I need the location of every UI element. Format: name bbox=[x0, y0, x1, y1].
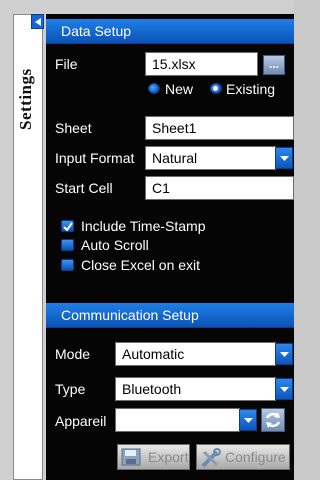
include-timestamp-label: Include Time-Stamp bbox=[81, 218, 206, 234]
export-button[interactable]: Export bbox=[117, 444, 190, 470]
save-disk-icon bbox=[121, 448, 141, 466]
input-format-label: Input Format bbox=[55, 150, 135, 166]
data-setup-header: Data Setup bbox=[46, 19, 294, 44]
include-timestamp-checkbox[interactable] bbox=[61, 220, 74, 232]
device-label: Appareil bbox=[55, 413, 107, 429]
device-dropdown-button[interactable] bbox=[239, 409, 257, 431]
type-dropdown-button[interactable] bbox=[275, 378, 293, 400]
mode-select[interactable]: Automatic bbox=[115, 342, 276, 366]
sheet-input[interactable]: Sheet1 bbox=[145, 116, 294, 140]
wrench-screwdriver-icon bbox=[201, 448, 221, 468]
file-label: File bbox=[55, 56, 78, 72]
browse-file-button[interactable]: ... bbox=[263, 55, 285, 75]
refresh-devices-button[interactable] bbox=[261, 408, 285, 432]
start-cell-label: Start Cell bbox=[55, 180, 113, 196]
export-label: Export bbox=[148, 449, 189, 465]
type-select[interactable]: Bluetooth bbox=[115, 377, 276, 401]
side-tab-title: Settings bbox=[16, 68, 35, 130]
radio-new-label: New bbox=[165, 81, 194, 97]
communication-setup-header: Communication Setup bbox=[46, 303, 294, 328]
auto-scroll-checkbox[interactable] bbox=[61, 239, 74, 251]
configure-label: Configure bbox=[225, 449, 286, 465]
radio-existing-label: Existing bbox=[226, 81, 276, 97]
mode-label: Mode bbox=[55, 346, 91, 362]
arrow-left-icon bbox=[35, 18, 41, 26]
close-excel-checkbox[interactable] bbox=[61, 259, 74, 271]
configure-button[interactable]: Configure bbox=[196, 444, 290, 470]
chevron-down-icon bbox=[244, 418, 253, 423]
sheet-label: Sheet bbox=[55, 120, 92, 136]
refresh-icon bbox=[265, 412, 281, 428]
chevron-down-icon bbox=[280, 387, 289, 392]
type-label: Type bbox=[55, 381, 86, 397]
input-format-select[interactable]: Natural bbox=[145, 146, 276, 170]
input-format-dropdown-button[interactable] bbox=[275, 147, 293, 169]
device-select[interactable] bbox=[115, 408, 240, 432]
close-excel-label: Close Excel on exit bbox=[81, 257, 201, 273]
chevron-down-icon bbox=[280, 156, 289, 161]
radio-existing[interactable] bbox=[210, 83, 222, 94]
file-input[interactable]: 15.xlsx bbox=[145, 52, 258, 76]
radio-new[interactable] bbox=[148, 83, 160, 94]
chevron-down-icon bbox=[280, 352, 289, 357]
collapse-button[interactable] bbox=[31, 14, 44, 29]
auto-scroll-label: Auto Scroll bbox=[81, 237, 149, 253]
mode-dropdown-button[interactable] bbox=[275, 343, 293, 365]
start-cell-input[interactable]: C1 bbox=[145, 176, 294, 200]
checkmark-icon bbox=[63, 222, 73, 231]
